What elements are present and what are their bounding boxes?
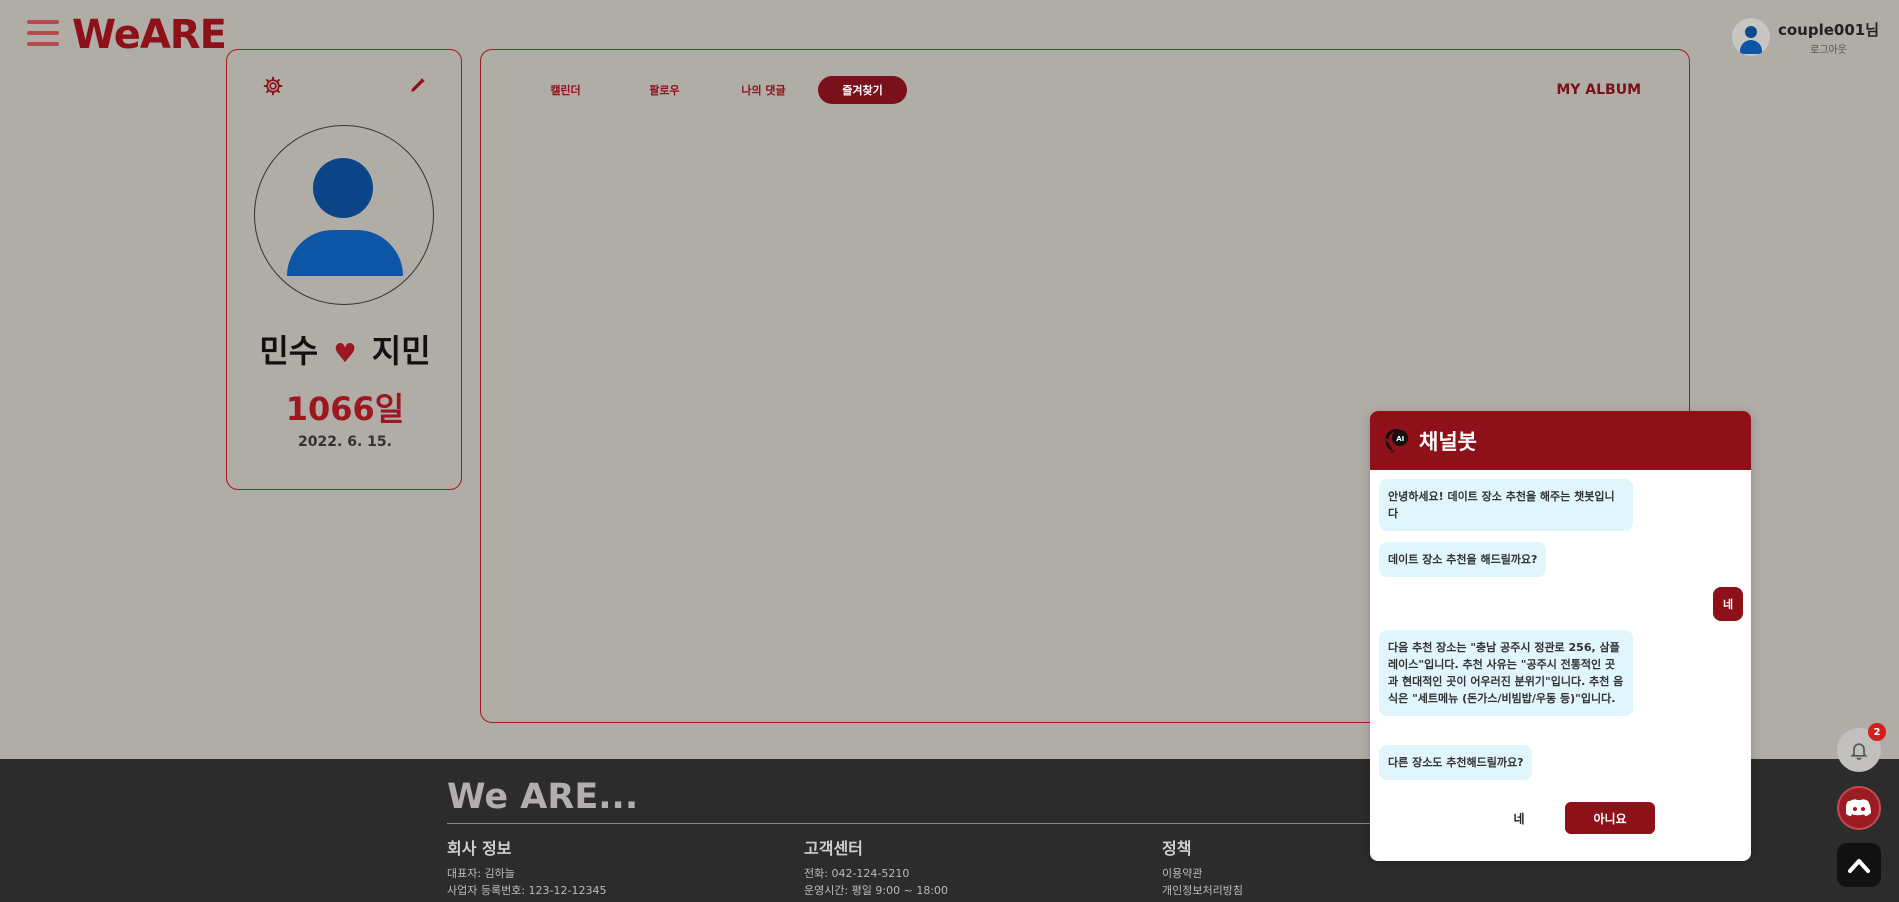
discord-icon bbox=[1846, 799, 1871, 816]
chat-no-button[interactable]: 아니요 bbox=[1565, 802, 1655, 834]
footer-policy-info: 정책 이용약관 개인정보처리방침 bbox=[1162, 835, 1243, 899]
bot-message: 안녕하세요! 데이트 장소 추천을 해주는 챗봇입니다 bbox=[1379, 479, 1633, 531]
chevron-up-icon bbox=[1848, 859, 1870, 873]
partner-name-2: 지민 bbox=[371, 332, 431, 370]
dday-count: 1066일 bbox=[285, 390, 405, 428]
footer-support-line: 전화: 042-124-5210 bbox=[804, 867, 910, 880]
footer-company-line: 대표자: 김하늘 bbox=[447, 867, 515, 880]
user-name: couple001님 bbox=[1777, 20, 1879, 39]
chat-yes-button[interactable]: 네 bbox=[1474, 802, 1564, 834]
discord-button[interactable] bbox=[1837, 786, 1881, 830]
logout-link[interactable]: 로그아웃 bbox=[1778, 41, 1879, 56]
tab-my-comments[interactable]: 나의 댓글 bbox=[719, 76, 808, 104]
scroll-to-top-button[interactable] bbox=[1837, 843, 1881, 887]
ai-chat-icon: AI bbox=[1385, 428, 1408, 453]
tab-favorites[interactable]: 즐겨찾기 bbox=[818, 76, 907, 104]
pencil-edit-icon[interactable] bbox=[409, 76, 427, 94]
app-logo[interactable]: WeARE bbox=[72, 12, 227, 58]
my-album-link[interactable]: MY ALBUM bbox=[1556, 82, 1641, 98]
user-avatar-icon bbox=[1731, 18, 1770, 56]
partner-name-1: 민수 bbox=[259, 332, 319, 370]
footer-company-title: 회사 정보 bbox=[447, 839, 512, 858]
footer-divider bbox=[447, 823, 1457, 824]
footer-support-info: 고객센터 전화: 042-124-5210 운영시간: 평일 9:00 ~ 18… bbox=[804, 835, 948, 899]
heart-icon: ♥ bbox=[333, 339, 357, 369]
footer-brand: We ARE... bbox=[447, 777, 639, 817]
footer-policy-title: 정책 bbox=[1162, 839, 1192, 858]
notification-count-badge: 2 bbox=[1868, 723, 1886, 741]
gear-icon[interactable] bbox=[263, 76, 283, 96]
bot-message: 다음 추천 장소는 "충남 공주시 정관로 256, 삼플레이스"입니다. 추천… bbox=[1379, 630, 1633, 716]
user-info: couple001님 로그아웃 bbox=[1778, 19, 1879, 56]
tab-follow[interactable]: 팔로우 bbox=[620, 76, 709, 104]
couple-avatar bbox=[254, 125, 434, 305]
tab-calendar[interactable]: 캘린더 bbox=[521, 76, 610, 104]
bot-message: 다른 장소도 추천해드릴까요? bbox=[1379, 745, 1533, 780]
user-message: 네 bbox=[1713, 587, 1744, 621]
svg-text:AI: AI bbox=[1396, 435, 1404, 443]
footer-company-info: 회사 정보 대표자: 김하늘 사업자 등록번호: 123-12-12345 bbox=[447, 835, 606, 899]
hamburger-menu-icon[interactable] bbox=[27, 20, 59, 50]
couple-names: 민수 ♥ 지민 bbox=[227, 326, 463, 372]
chatbot-title: 채널봇 bbox=[1419, 429, 1477, 454]
footer-support-title: 고객센터 bbox=[804, 839, 863, 858]
footer-support-line: 운영시간: 평일 9:00 ~ 18:00 bbox=[804, 884, 949, 897]
footer-company-line: 사업자 등록번호: 123-12-12345 bbox=[447, 884, 607, 897]
user-menu[interactable]: couple001님 로그아웃 bbox=[1731, 18, 1879, 56]
chatbot-header: AI 채널봇 bbox=[1370, 411, 1751, 470]
couple-profile-card: 민수 ♥ 지민 1066일 2022. 6. 15. bbox=[226, 49, 462, 490]
footer-privacy-link[interactable]: 개인정보처리방침 bbox=[1162, 882, 1243, 899]
footer-terms-link[interactable]: 이용약관 bbox=[1162, 865, 1243, 882]
start-date: 2022. 6. 15. bbox=[298, 434, 392, 450]
bell-icon bbox=[1850, 743, 1868, 760]
bot-message: 데이트 장소 추천을 해드릴까요? bbox=[1379, 542, 1547, 577]
chatbot-window: AI 채널봇 안녕하세요! 데이트 장소 추천을 해주는 챗봇입니다 데이트 장… bbox=[1370, 411, 1751, 861]
tab-bar: 캘린더 팔로우 나의 댓글 즐겨찾기 bbox=[521, 76, 907, 104]
